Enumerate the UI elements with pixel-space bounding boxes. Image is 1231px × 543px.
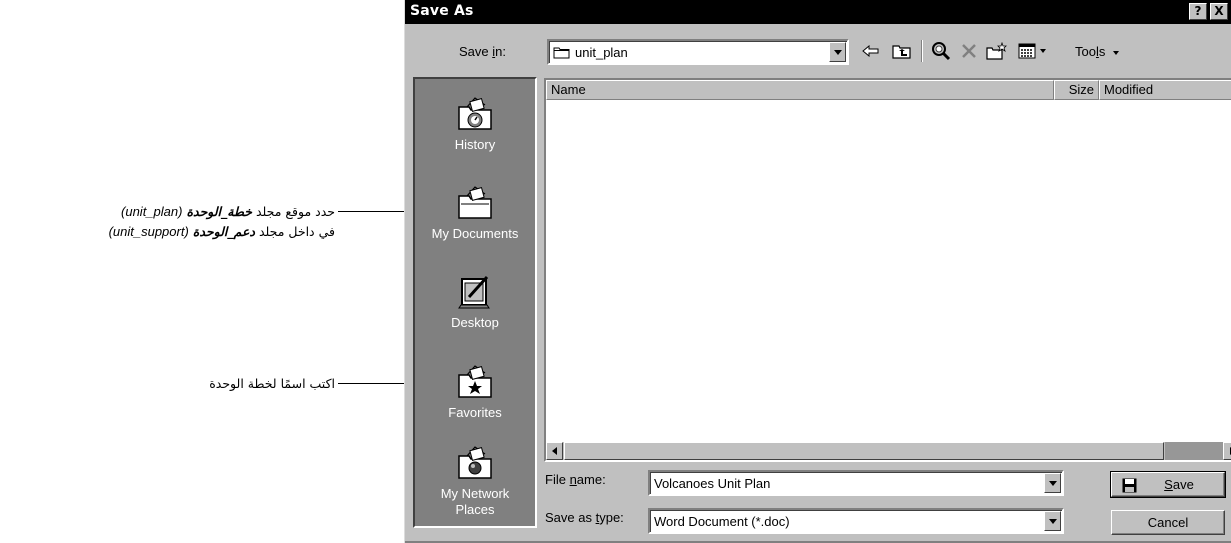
toolbar-separator xyxy=(921,40,923,62)
save-button-text: Save xyxy=(1164,477,1194,492)
place-my-network-places[interactable]: My Network Places xyxy=(415,444,535,518)
cancel-button[interactable]: Cancel xyxy=(1111,510,1225,535)
file-name-label: File name: xyxy=(545,472,606,487)
search-web-icon[interactable] xyxy=(929,40,953,62)
history-icon xyxy=(455,95,495,131)
close-button[interactable]: X xyxy=(1210,3,1228,20)
dialog-title: Save As xyxy=(410,3,474,19)
title-bar: Save As ? X xyxy=(405,0,1231,24)
place-my-documents[interactable]: My Documents xyxy=(415,184,535,242)
place-label: Favorites xyxy=(448,405,502,420)
save-as-dialog: Save As ? X Save in: unit_plan Tools His… xyxy=(404,0,1231,543)
save-as-type-value: Word Document (*.doc) xyxy=(654,514,790,529)
views-icon[interactable] xyxy=(1014,40,1050,62)
scroll-left-button[interactable] xyxy=(546,442,563,460)
place-favorites[interactable]: Favorites xyxy=(415,363,535,421)
delete-icon[interactable] xyxy=(958,40,980,62)
place-label: History xyxy=(454,137,496,152)
new-folder-icon[interactable] xyxy=(985,40,1009,62)
save-in-value: unit_plan xyxy=(575,45,628,60)
callout-folder-location: حدد موقع مجلد خطة_الوحدة (unit_plan) في … xyxy=(109,202,335,242)
place-history[interactable]: History xyxy=(415,95,535,153)
place-desktop[interactable]: Desktop xyxy=(415,273,535,331)
favorites-icon xyxy=(455,363,495,399)
save-as-type-label: Save as type: xyxy=(545,510,624,525)
up-one-level-icon[interactable] xyxy=(890,40,914,62)
folder-icon xyxy=(553,45,571,63)
save-in-label: Save in: xyxy=(459,44,506,59)
save-as-type-select[interactable]: Word Document (*.doc) xyxy=(648,508,1064,534)
scroll-track[interactable] xyxy=(1165,442,1231,460)
back-arrow-icon[interactable] xyxy=(860,40,882,62)
column-header-size[interactable]: Size xyxy=(1054,80,1099,100)
file-name-value: Volcanoes Unit Plan xyxy=(654,476,771,491)
scroll-right-button[interactable] xyxy=(1223,442,1231,460)
save-button[interactable]: Save xyxy=(1110,471,1226,500)
arrow-left-icon xyxy=(552,447,557,455)
place-label: My Network Places xyxy=(440,486,510,517)
places-bar: History My Documents Desktop Favorites M… xyxy=(413,77,537,528)
help-button[interactable]: ? xyxy=(1189,3,1207,20)
tools-menu[interactable]: Tools xyxy=(1075,44,1119,59)
network-places-icon xyxy=(455,444,495,480)
column-header-name[interactable]: Name xyxy=(546,80,1054,100)
save-in-combobox[interactable]: unit_plan xyxy=(547,39,849,65)
file-list[interactable]: Name Size Modified xyxy=(544,78,1231,462)
save-as-type-dropdown-button[interactable] xyxy=(1044,511,1061,531)
place-label: My Documents xyxy=(431,226,519,241)
callout-line-2: في داخل مجلد دعم_الوحدة (unit_support) xyxy=(108,224,335,239)
column-header-modified[interactable]: Modified xyxy=(1099,80,1231,100)
chevron-down-icon xyxy=(1112,50,1119,55)
file-name-dropdown-button[interactable] xyxy=(1044,473,1061,493)
place-label: Desktop xyxy=(451,315,499,330)
save-in-dropdown-button[interactable] xyxy=(829,42,846,62)
chevron-down-icon xyxy=(1040,49,1046,53)
floppy-disk-icon xyxy=(1122,477,1137,500)
file-name-input[interactable]: Volcanoes Unit Plan xyxy=(648,470,1064,496)
desktop-icon xyxy=(455,273,495,309)
callout-line-1: حدد موقع مجلد خطة_الوحدة (unit_plan) xyxy=(121,204,335,219)
scroll-thumb[interactable] xyxy=(564,442,1164,460)
horizontal-scrollbar[interactable] xyxy=(546,442,1231,460)
callout-type-name: اكتب اسمًا لخطة الوحدة xyxy=(209,376,335,391)
my-documents-icon xyxy=(455,184,495,220)
